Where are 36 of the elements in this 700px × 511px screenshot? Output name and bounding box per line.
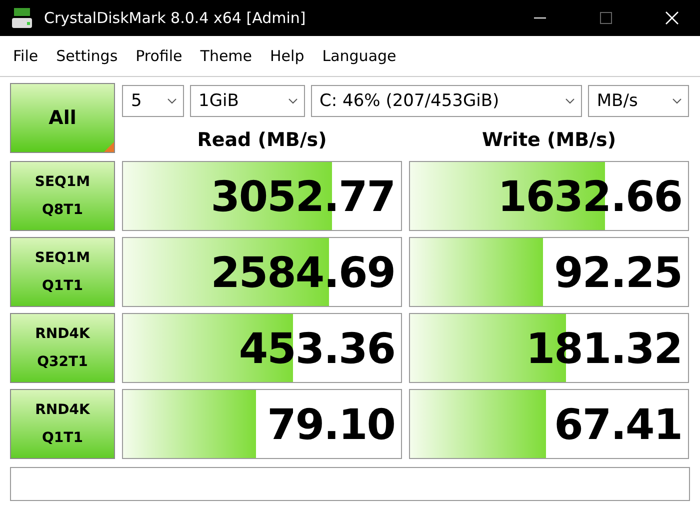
window-title: CrystalDiskMark 8.0.4 x64 [Admin]	[44, 9, 307, 27]
dropdown-value: C: 46% (207/453GiB)	[320, 91, 500, 111]
column-header: Read (MB/s)	[196, 129, 328, 151]
result-value: 92.25	[554, 248, 682, 296]
test-button[interactable]: RND4K Q1T1	[10, 389, 115, 459]
menu-item[interactable]: Language	[313, 47, 406, 65]
dropdown-value: MB/s	[596, 91, 638, 111]
test-button[interactable]: RND4K Q32T1	[10, 313, 115, 383]
disk-drive-icon	[10, 6, 34, 30]
maximize-icon	[600, 12, 612, 24]
chevron-icon	[672, 98, 682, 104]
close-icon	[665, 11, 679, 25]
dropdown-value: 5	[131, 91, 142, 111]
chevron-icon	[288, 98, 298, 104]
menu-item[interactable]: File	[4, 47, 48, 65]
menu-item[interactable]: Help	[261, 47, 314, 65]
dropdown[interactable]: 1GiB	[190, 85, 305, 117]
test-button[interactable]: SEQ1M Q8T1	[10, 161, 115, 231]
result-value: 2584.69	[210, 248, 395, 296]
test-button[interactable]: SEQ1M Q1T1	[10, 237, 115, 307]
column-header: Write (MB/s)	[480, 129, 618, 151]
dropdown-value: 1GiB	[198, 91, 239, 111]
all-button[interactable]: All	[10, 83, 115, 153]
menu-item[interactable]: Settings	[47, 47, 127, 65]
menu-item[interactable]: Theme	[191, 47, 262, 65]
comment-field[interactable]	[10, 467, 690, 501]
result-value: 67.41	[554, 400, 682, 448]
chevron-icon	[166, 98, 177, 104]
result-value: 79.10	[267, 400, 395, 448]
chevron-icon	[564, 98, 575, 104]
dropdown[interactable]: C: 46% (207/453GiB)	[310, 85, 582, 117]
result-value: 3052.77	[210, 172, 395, 220]
dropdown[interactable]: 5	[122, 85, 184, 117]
result-value: 1632.66	[498, 172, 682, 220]
menu-item[interactable]: Profile	[126, 47, 192, 65]
dropdown[interactable]: MB/s	[588, 85, 690, 117]
